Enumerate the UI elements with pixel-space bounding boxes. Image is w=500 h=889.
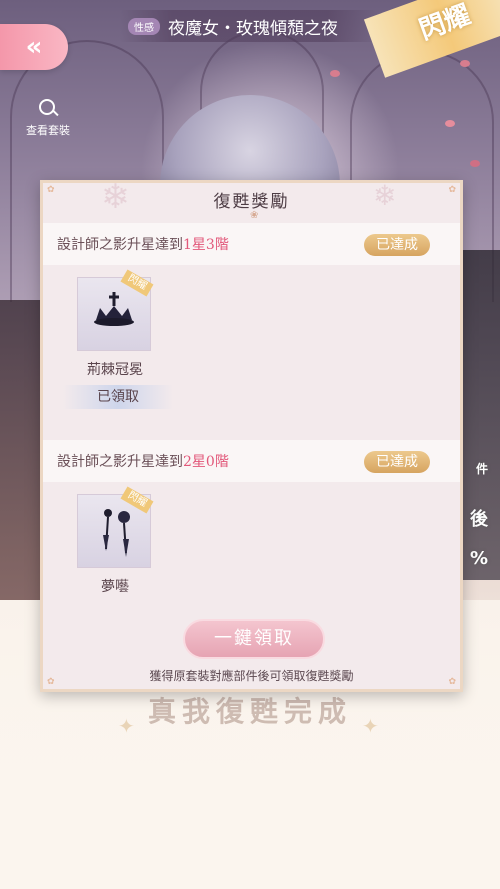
condition-text: 設計師之影升星達到 <box>57 454 183 470</box>
reward-condition: 設計師之影升星達到1星3階 <box>57 234 229 254</box>
side-text-top: 件 <box>475 462 488 476</box>
petal <box>445 120 455 127</box>
corner-ornament-icon: ✿ <box>47 185 55 195</box>
back-button[interactable]: « <box>0 24 68 70</box>
snowflake-icon: ❄ <box>373 179 397 212</box>
achieved-badge: 已達成 <box>364 451 430 473</box>
reward-item[interactable]: 閃耀 荊棘冠冕 <box>77 269 154 379</box>
reward-list[interactable]: 設計師之影升星達到1星3階 已達成 閃耀 荊棘冠冕 已領取 設計師之影升星達到2… <box>43 223 460 604</box>
search-icon <box>38 98 58 118</box>
view-outfit-label: 查看套裝 <box>26 124 70 137</box>
view-outfit-button[interactable]: 查看套裝 <box>18 98 78 138</box>
reward-items: 閃耀 荊棘冠冕 已領取 <box>43 265 460 440</box>
side-text-bot: % <box>469 548 488 569</box>
reward-condition: 設計師之影升星達到2星0階 <box>57 451 229 471</box>
outfit-title: 夜魔女・玫瑰傾頹之夜 <box>168 18 338 39</box>
condition-text: 設計師之影升星達到 <box>57 237 183 253</box>
item-name: 荊棘冠冕 <box>87 362 143 378</box>
snowflake-icon: ❄ <box>101 177 130 217</box>
sparkle-icon: ✦ <box>118 714 135 738</box>
slogan-text: 真我復甦完成 <box>147 695 352 728</box>
left-outfit-panel <box>0 300 40 600</box>
item-card[interactable]: 閃耀 <box>77 269 154 351</box>
reward-item[interactable]: 閃耀 夢囈 <box>77 486 154 596</box>
style-tag: 性感 <box>128 17 160 35</box>
condition-highlight: 1星3階 <box>183 237 229 253</box>
condition-highlight: 2星0階 <box>183 454 229 470</box>
outfit-title-bar: 性感 夜魔女・玫瑰傾頹之夜 <box>120 10 380 42</box>
sparkle-icon: ✦ <box>362 714 379 738</box>
double-chevron-left-icon: « <box>25 32 43 62</box>
claimed-label: 已領取 <box>63 385 173 409</box>
claim-all-button[interactable]: 一鍵領取 <box>183 619 325 659</box>
reward-items: 閃耀 夢囈 <box>43 482 460 604</box>
reward-condition-row: 設計師之影升星達到1星3階 已達成 <box>43 223 460 265</box>
item-name: 夢囈 <box>101 579 129 595</box>
item-card[interactable]: 閃耀 <box>77 486 154 568</box>
corner-ornament-icon: ✿ <box>448 185 456 195</box>
petal <box>460 60 470 67</box>
achieved-badge: 已達成 <box>364 234 430 256</box>
reward-condition-row: 設計師之影升星達到2星0階 已達成 <box>43 440 460 482</box>
side-text-mid: 後 <box>470 509 488 530</box>
claim-hint: 獲得原套裝對應部件後可領取復甦獎勵 <box>149 669 354 683</box>
petal <box>330 70 340 77</box>
petal <box>470 160 480 167</box>
flower-divider-icon: ❀ <box>250 210 259 221</box>
revival-reward-dialog: ✿ ✿ ✿ ✿ ❄ ❄ 復甦獎勵 ❀ 設計師之影升星達到1星3階 已達成 閃耀 <box>40 177 463 692</box>
